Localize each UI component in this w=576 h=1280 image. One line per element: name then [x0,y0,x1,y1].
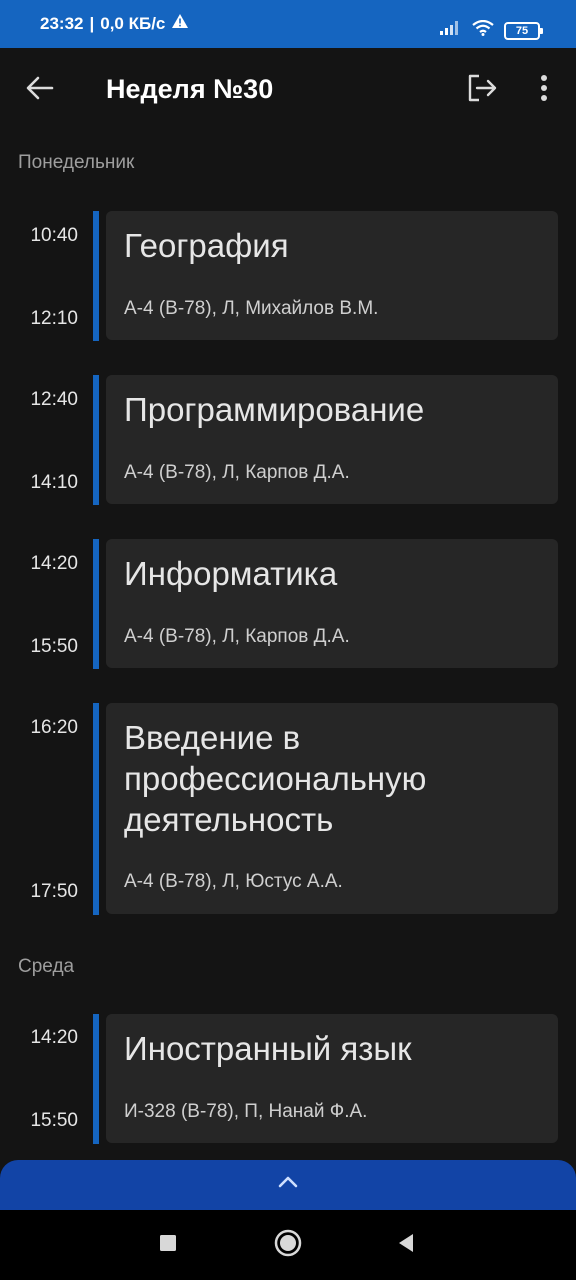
lesson-end-time: 15:50 [30,1110,78,1131]
chevron-up-icon [277,1175,299,1194]
lesson-card[interactable]: Программирование А-4 (В-78), Л, Карпов Д… [106,375,558,504]
recents-button[interactable] [153,1230,183,1260]
lesson-card[interactable]: Иностранный язык И-328 (В-78), П, Нанай … [106,1014,558,1143]
lesson-item[interactable]: 14:20 15:50 Иностранный язык И-328 (В-78… [0,1014,576,1144]
lesson-details: А-4 (В-78), Л, Карпов Д.А. [124,462,350,483]
lesson-start-time: 12:40 [30,389,78,410]
lesson-start-time: 14:20 [30,1027,78,1048]
lesson-details: И-328 (В-78), П, Нанай Ф.А. [124,1101,368,1122]
lesson-title: Введение в профессиональную деятельность [124,719,427,838]
lesson-card[interactable]: География А-4 (В-78), Л, Михайлов В.М. [106,211,558,340]
home-button[interactable] [273,1229,303,1262]
lesson-accent-bar [93,703,99,915]
lesson-accent-bar [93,375,99,505]
signal-icon [440,21,462,40]
lesson-item[interactable]: 12:40 14:10 Программирование А-4 (В-78),… [0,375,576,505]
lesson-item[interactable]: 14:20 15:50 Информатика А-4 (В-78), Л, К… [0,539,576,669]
app-root: 23:32 | 0,0 КБ/с 75 Неделя №30 Понедельн… [0,0,576,1280]
lesson-accent-bar [93,1014,99,1144]
more-vert-icon [540,74,548,106]
lesson-item[interactable]: 10:40 12:10 География А-4 (В-78), Л, Мих… [0,211,576,341]
status-right: 75 [440,19,543,41]
back-nav-button[interactable] [391,1230,421,1260]
more-options-button[interactable] [522,68,566,112]
lesson-end-time: 12:10 [30,308,78,329]
lesson-title: Программирование [124,391,425,428]
lesson-item[interactable]: 16:20 17:50 Введение в профессиональную … [0,703,576,915]
lesson-end-time: 17:50 [30,881,78,902]
wifi-icon [472,19,494,41]
lesson-details: А-4 (В-78), Л, Юстус А.А. [124,871,343,892]
day-header-wednesday: Среда [18,956,75,977]
battery-icon: 75 [504,21,543,40]
lesson-accent-bar [93,539,99,669]
lesson-accent-bar [93,211,99,341]
lesson-title: Иностранный язык [124,1030,412,1067]
lesson-start-time: 14:20 [30,553,78,574]
back-button[interactable] [18,68,62,112]
home-circle-icon [274,1229,302,1262]
lesson-title: Информатика [124,555,338,592]
recents-square-icon [159,1234,177,1257]
lesson-title: География [124,227,289,264]
bottom-sheet-toggle[interactable] [0,1160,576,1212]
app-bar: Неделя №30 [0,48,576,134]
lesson-start-time: 10:40 [30,225,78,246]
back-triangle-icon [397,1233,415,1258]
system-nav-bar [0,1210,576,1280]
status-bar: 23:32 | 0,0 КБ/с 75 [0,0,576,48]
lesson-card[interactable]: Введение в профессиональную деятельность… [106,703,558,914]
page-title: Неделя №30 [106,74,274,104]
day-header-monday: Понедельник [18,152,135,173]
lesson-details: А-4 (В-78), Л, Карпов Д.А. [124,626,350,647]
lesson-start-time: 16:20 [30,717,78,738]
logout-icon [467,74,497,107]
back-arrow-icon [26,76,54,105]
lesson-details: А-4 (В-78), Л, Михайлов В.М. [124,298,379,319]
logout-button[interactable] [460,68,504,112]
lesson-end-time: 15:50 [30,636,78,657]
lesson-end-time: 14:10 [30,472,78,493]
lesson-card[interactable]: Информатика А-4 (В-78), Л, Карпов Д.А. [106,539,558,668]
